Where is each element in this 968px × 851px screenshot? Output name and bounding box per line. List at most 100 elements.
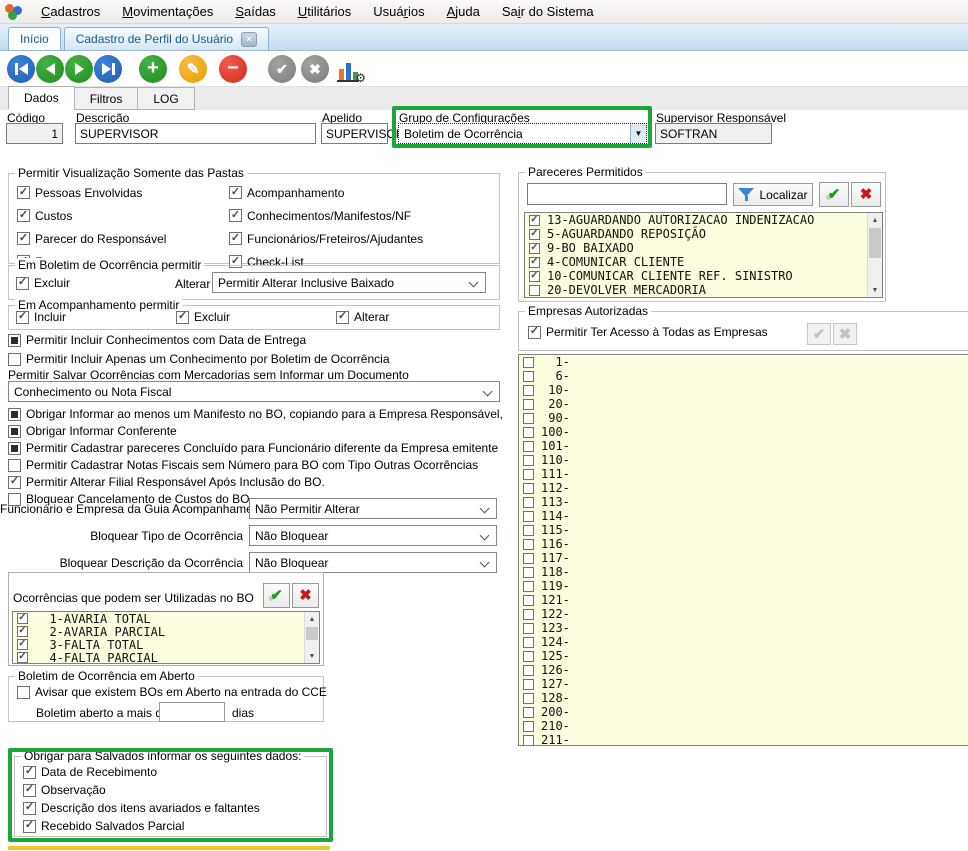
- checkbox[interactable]: [23, 784, 36, 797]
- checkbox[interactable]: [523, 497, 534, 508]
- checkbox[interactable]: [523, 721, 534, 732]
- checkbox[interactable]: [523, 441, 534, 452]
- checkbox[interactable]: [523, 553, 534, 564]
- page-tab[interactable]: Filtros: [74, 87, 139, 110]
- list-item[interactable]: 9-BO BAIXADO: [525, 241, 882, 255]
- option-checkbox-row[interactable]: Permitir Incluir Conhecimentos com Data …: [8, 333, 390, 347]
- list-item[interactable]: 114-: [519, 509, 968, 523]
- checkbox[interactable]: [529, 229, 540, 240]
- checkbox[interactable]: [523, 399, 534, 410]
- checkbox[interactable]: [523, 735, 534, 746]
- menu-item[interactable]: Usuários: [362, 4, 435, 19]
- acompanhamento-checkbox-row[interactable]: Excluir: [176, 310, 336, 324]
- scroll-up-icon[interactable]: ▲: [868, 213, 882, 227]
- list-item[interactable]: 1-: [519, 355, 968, 369]
- menu-item[interactable]: Sair do Sistema: [491, 4, 605, 19]
- list-item[interactable]: 115-: [519, 523, 968, 537]
- list-item[interactable]: 113-: [519, 495, 968, 509]
- checkbox[interactable]: [523, 539, 534, 550]
- checkbox[interactable]: [17, 639, 28, 650]
- checkbox[interactable]: [8, 334, 21, 347]
- option-checkbox-row[interactable]: Permitir Alterar Filial Responsável Após…: [8, 475, 503, 489]
- alterar-combobox[interactable]: Permitir Alterar Inclusive Baixado: [212, 272, 486, 293]
- list-item[interactable]: 10-: [519, 383, 968, 397]
- checkbox[interactable]: [523, 469, 534, 480]
- checkbox[interactable]: [17, 186, 30, 199]
- list-item[interactable]: 5-AGUARDANDO REPOSIÇÃO: [525, 227, 882, 241]
- checkbox[interactable]: [523, 679, 534, 690]
- checkbox[interactable]: [528, 326, 541, 339]
- list-item[interactable]: 119-: [519, 579, 968, 593]
- list-item[interactable]: 200-: [519, 705, 968, 719]
- checkbox[interactable]: [523, 623, 534, 634]
- option-checkbox-row[interactable]: Permitir Cadastrar Notas Fiscais sem Núm…: [8, 458, 503, 472]
- salvados-checkbox-row[interactable]: Observação: [23, 783, 260, 797]
- list-item[interactable]: 20-DEVOLVER MERCADORIA: [525, 283, 882, 297]
- checkbox[interactable]: [523, 609, 534, 620]
- apelido-field[interactable]: SUPERVISOR: [321, 123, 388, 144]
- checkbox[interactable]: [523, 693, 534, 704]
- checkbox[interactable]: [23, 802, 36, 815]
- checkbox[interactable]: [16, 311, 29, 324]
- list-item[interactable]: 121-: [519, 593, 968, 607]
- list-item[interactable]: 127-: [519, 677, 968, 691]
- scrollbar[interactable]: ▲ ▼: [304, 612, 319, 663]
- list-item[interactable]: 125-: [519, 649, 968, 663]
- avisar-bos-checkbox-row[interactable]: Avisar que existem BOs em Aberto na entr…: [17, 685, 327, 699]
- checkbox[interactable]: [523, 637, 534, 648]
- add-record-button[interactable]: +: [139, 55, 167, 83]
- combobox[interactable]: Não Bloquear: [249, 525, 497, 546]
- checkbox[interactable]: [523, 427, 534, 438]
- list-item[interactable]: 117-: [519, 551, 968, 565]
- menu-item[interactable]: Utilitários: [287, 4, 362, 19]
- option-checkbox-row[interactable]: Permitir Cadastrar pareceres Concluído p…: [8, 441, 503, 455]
- scrollbar[interactable]: ▲ ▼: [867, 213, 882, 297]
- excluir-checkbox-row[interactable]: Excluir: [16, 276, 70, 290]
- salvados-checkbox-row[interactable]: Recebido Salvados Parcial: [23, 819, 260, 833]
- list-item[interactable]: 100-: [519, 425, 968, 439]
- checkbox[interactable]: [523, 483, 534, 494]
- list-item[interactable]: 116-: [519, 537, 968, 551]
- combobox[interactable]: Não Permitir Alterar: [249, 498, 497, 519]
- delete-record-button[interactable]: −: [219, 55, 247, 83]
- acompanhamento-checkbox-row[interactable]: Alterar: [336, 310, 496, 324]
- checkbox[interactable]: [523, 413, 534, 424]
- checkbox[interactable]: [16, 277, 29, 290]
- list-item[interactable]: 122-: [519, 607, 968, 621]
- desmarcar-todos-pareceres-button[interactable]: ✖: [851, 182, 881, 207]
- checkbox[interactable]: [529, 215, 540, 226]
- checkbox[interactable]: [523, 525, 534, 536]
- list-item[interactable]: 211-: [519, 733, 968, 746]
- checkbox[interactable]: [17, 613, 28, 624]
- report-chart-button[interactable]: ⚙: [336, 56, 366, 83]
- checkbox[interactable]: [8, 459, 21, 472]
- checkbox[interactable]: [523, 665, 534, 676]
- next-record-button[interactable]: [65, 55, 93, 83]
- checkbox[interactable]: [523, 707, 534, 718]
- list-item[interactable]: 20-: [519, 397, 968, 411]
- menu-item[interactable]: Ajuda: [436, 4, 491, 19]
- combobox[interactable]: Não Bloquear: [249, 552, 497, 573]
- empresas-listbox[interactable]: 1- 6- 10- 20- 90- 100- 101-: [518, 354, 968, 746]
- checkbox[interactable]: [17, 626, 28, 637]
- checkbox[interactable]: [229, 186, 242, 199]
- pareceres-search-input[interactable]: [527, 183, 727, 205]
- option-checkbox-row[interactable]: Obrigar Informar Conferente: [8, 424, 503, 438]
- list-item[interactable]: 123-: [519, 621, 968, 635]
- checkbox[interactable]: [17, 232, 30, 245]
- list-item[interactable]: 118-: [519, 565, 968, 579]
- checkbox[interactable]: [8, 408, 21, 421]
- list-item[interactable]: 6-: [519, 369, 968, 383]
- checkbox[interactable]: [523, 511, 534, 522]
- list-item[interactable]: 10-COMUNICAR CLIENTE REF. SINISTRO: [525, 269, 882, 283]
- checkbox[interactable]: [8, 353, 21, 366]
- checkbox[interactable]: [17, 209, 30, 222]
- checkbox[interactable]: [523, 371, 534, 382]
- list-item[interactable]: 124-: [519, 635, 968, 649]
- list-item[interactable]: 90-: [519, 411, 968, 425]
- tab-inicio[interactable]: Início: [8, 27, 61, 50]
- last-record-button[interactable]: [94, 55, 122, 83]
- list-item[interactable]: 110-: [519, 453, 968, 467]
- checkbox[interactable]: [229, 232, 242, 245]
- list-item[interactable]: 13-AGUARDANDO AUTORIZACAO INDENIZACAO: [525, 213, 882, 227]
